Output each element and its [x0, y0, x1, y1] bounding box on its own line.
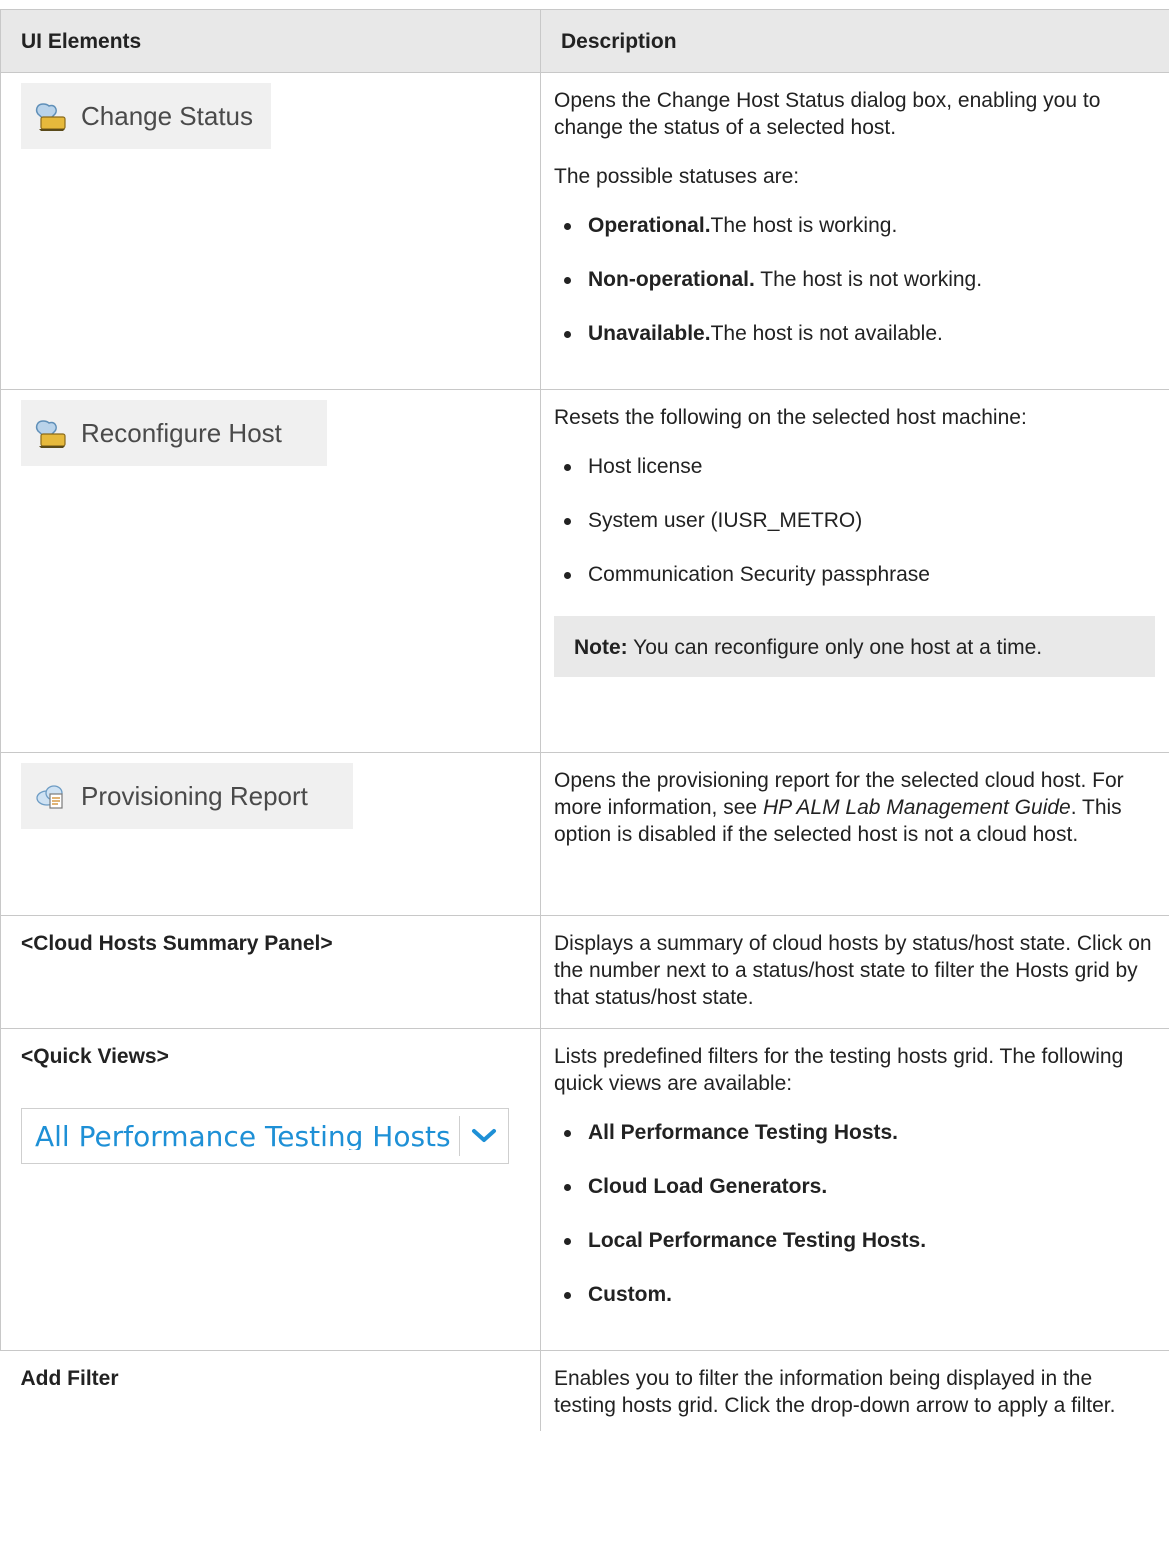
description-text: Lists predefined filters for the testing…	[554, 1045, 1124, 1095]
header-description: Description	[540, 9, 1169, 73]
table-row: Provisioning Report Opens the provisioni…	[0, 752, 1169, 916]
note-text: You can reconfigure only one host at a t…	[627, 636, 1043, 659]
provisioning-report-label: Provisioning Report	[81, 780, 308, 811]
host-status-icon	[35, 420, 66, 448]
description-text: Resets the following on the selected hos…	[554, 406, 1027, 429]
element-cell: Add Filter	[0, 1350, 541, 1431]
reset-list: Host license System user (IUSR_METRO) Co…	[554, 453, 1155, 588]
description-text: The possible statuses are:	[554, 165, 800, 188]
list-item: Host license	[554, 453, 1155, 480]
description-cell: Lists predefined filters for the testing…	[540, 1028, 1169, 1351]
description-text: Opens the Change Host Status dialog box,…	[554, 89, 1101, 139]
list-item: Local Performance Testing Hosts.	[554, 1227, 1155, 1254]
element-cell: Provisioning Report	[0, 752, 541, 916]
change-status-label: Change Status	[81, 100, 254, 131]
description-cell: Resets the following on the selected hos…	[540, 389, 1169, 753]
list-item: Cloud Load Generators.	[554, 1173, 1155, 1200]
list-item: Operational.The host is working.	[554, 212, 1155, 239]
provisioning-report-button[interactable]: Provisioning Report	[21, 763, 353, 829]
guide-reference: HP ALM Lab Management Guide	[762, 796, 1071, 819]
cloud-hosts-summary-label: <Cloud Hosts Summary Panel>	[21, 932, 333, 955]
note-box: Note: You can reconfigure only one host …	[554, 616, 1155, 677]
chevron-down-icon[interactable]	[460, 1128, 508, 1144]
quick-views-select[interactable]: All Performance Testing Hosts	[21, 1108, 509, 1164]
reconfigure-host-label: Reconfigure Host	[81, 417, 282, 448]
quick-views-list: All Performance Testing Hosts. Cloud Loa…	[554, 1119, 1155, 1308]
quick-views-selected-value: All Performance Testing Hosts	[35, 1122, 451, 1150]
cloud-report-icon	[36, 785, 63, 809]
list-item: Custom.	[554, 1281, 1155, 1308]
quick-views-label: <Quick Views>	[21, 1045, 169, 1068]
element-cell: Change Status	[0, 72, 541, 390]
table-header-row: UI Elements Description	[0, 9, 1169, 73]
table-row: <Quick Views> All Performance Testing Ho…	[0, 1028, 1169, 1351]
description-text: Displays a summary of cloud hosts by sta…	[554, 932, 1152, 1009]
description-cell: Opens the provisioning report for the se…	[540, 752, 1169, 916]
description-text: Enables you to filter the information be…	[554, 1367, 1116, 1417]
change-status-button[interactable]: Change Status	[21, 83, 271, 149]
list-item: Non-operational. The host is not working…	[554, 266, 1155, 293]
table-row: Change Status Opens the Change Host Stat…	[0, 72, 1169, 390]
reconfigure-host-button[interactable]: Reconfigure Host	[21, 400, 327, 466]
element-cell: Reconfigure Host	[0, 389, 541, 753]
description-cell: Enables you to filter the information be…	[540, 1350, 1169, 1431]
host-status-icon	[35, 103, 66, 131]
element-cell: <Quick Views> All Performance Testing Ho…	[0, 1028, 541, 1351]
element-cell: <Cloud Hosts Summary Panel>	[0, 915, 541, 1029]
table-row: Reconfigure Host Resets the following on…	[0, 389, 1169, 753]
description-text: Opens the provisioning report for the se…	[554, 769, 1124, 846]
list-item: All Performance Testing Hosts.	[554, 1119, 1155, 1146]
note-label: Note:	[574, 636, 628, 659]
table-row: <Cloud Hosts Summary Panel> Displays a s…	[0, 915, 1169, 1029]
list-item: System user (IUSR_METRO)	[554, 507, 1155, 534]
add-filter-label: Add Filter	[20, 1367, 119, 1390]
description-cell: Opens the Change Host Status dialog box,…	[540, 72, 1169, 390]
table-row: Add Filter Enables you to filter the inf…	[0, 1350, 1169, 1431]
ui-elements-table: UI Elements Description Change Status Op…	[0, 9, 1169, 1431]
list-item: Communication Security passphrase	[554, 561, 1155, 588]
status-list: Operational.The host is working. Non-ope…	[554, 212, 1155, 347]
list-item: Unavailable.The host is not available.	[554, 320, 1155, 347]
description-cell: Displays a summary of cloud hosts by sta…	[540, 915, 1169, 1029]
header-ui-elements: UI Elements	[0, 9, 541, 73]
